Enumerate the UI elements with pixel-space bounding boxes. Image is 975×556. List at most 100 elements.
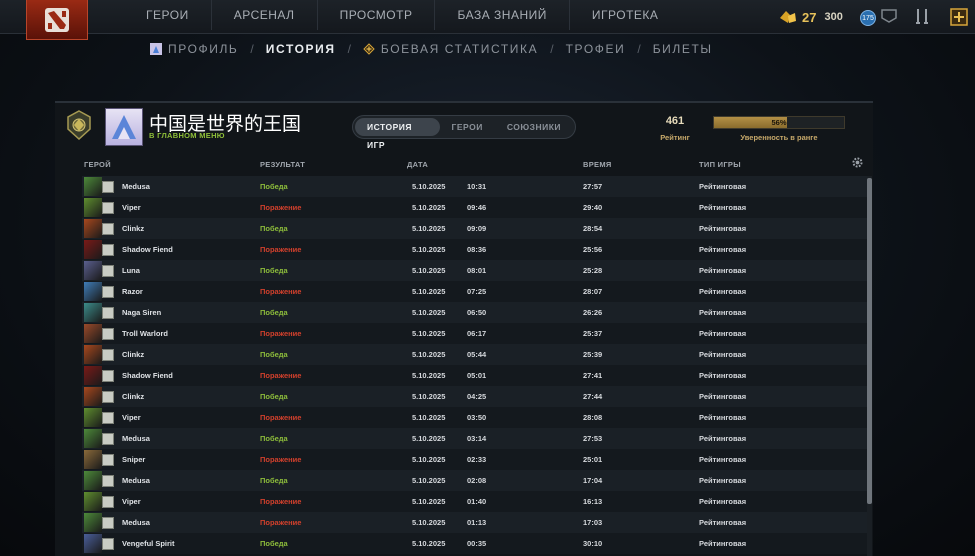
table-row[interactable]: Clinkz Победа 5.10.2025 04:25 27:44 Рейтингов… bbox=[82, 386, 867, 407]
game-mode: Рейтинговая bbox=[699, 392, 747, 401]
nav-watch[interactable]: ПРОСМОТР bbox=[318, 0, 436, 30]
table-row[interactable]: Viper Поражение 5.10.2025 01:40 16:13 Рейтинг… bbox=[82, 491, 867, 512]
hero-portrait bbox=[84, 345, 102, 364]
currency-display[interactable]: 27 300 bbox=[778, 6, 843, 28]
hero-name: Medusa bbox=[122, 434, 150, 443]
match-date: 5.10.2025 bbox=[412, 329, 446, 338]
match-date: 5.10.2025 bbox=[412, 413, 446, 422]
match-duration: 25:01 bbox=[583, 455, 603, 464]
match-time: 07:25 bbox=[467, 287, 487, 296]
nav-learn[interactable]: БАЗА ЗНАНИЙ bbox=[435, 0, 570, 30]
subnav-trophies-label: ТРОФЕИ bbox=[565, 42, 626, 56]
match-duration: 16:13 bbox=[583, 497, 603, 506]
header-result[interactable]: РЕЗУЛЬТАТ bbox=[260, 160, 305, 169]
match-date: 5.10.2025 bbox=[412, 182, 446, 191]
hero-role-icon bbox=[102, 412, 114, 424]
match-time: 04:25 bbox=[467, 392, 487, 401]
table-row[interactable]: Naga Siren Победа 5.10.2025 06:50 26:26 Рейти… bbox=[82, 302, 867, 323]
table-row[interactable]: Vengeful Spirit Победа 5.10.2025 00:35 30:10… bbox=[82, 533, 867, 554]
table-row[interactable]: Troll Warlord Поражение 5.10.2025 06:17 25:3… bbox=[82, 323, 867, 344]
table-row[interactable]: Medusa Победа 5.10.2025 02:08 17:04 Рейтингов… bbox=[82, 470, 867, 491]
gear-icon[interactable] bbox=[851, 156, 864, 169]
match-date: 5.10.2025 bbox=[412, 308, 446, 317]
hero-role-icon bbox=[102, 349, 114, 361]
header-duration[interactable]: ВРЕМЯ bbox=[583, 160, 612, 169]
subnav-profile-label: ПРОФИЛЬ bbox=[168, 42, 239, 56]
table-row[interactable]: Luna Победа 5.10.2025 08:01 25:28 Рейтинговая bbox=[82, 260, 867, 281]
match-result: Поражение bbox=[260, 287, 302, 296]
avatar-image-icon bbox=[112, 115, 136, 139]
hero-name: Luna bbox=[122, 266, 140, 275]
match-duration: 29:40 bbox=[583, 203, 603, 212]
match-result: Поражение bbox=[260, 371, 302, 380]
hero-name: Clinkz bbox=[122, 392, 145, 401]
game-mode: Рейтинговая bbox=[699, 308, 747, 317]
dota-plus-icon[interactable] bbox=[948, 6, 970, 28]
rating-value: 461 bbox=[665, 115, 685, 127]
game-mode: Рейтинговая bbox=[699, 266, 747, 275]
table-row[interactable]: Medusa Победа 5.10.2025 10:31 27:57 Рейтингов… bbox=[82, 176, 867, 197]
subnav-profile[interactable]: ПРОФИЛЬ bbox=[150, 42, 238, 56]
nav-heroes[interactable]: ГЕРОИ bbox=[124, 0, 212, 30]
hero-role-icon bbox=[102, 244, 114, 256]
player-avatar[interactable] bbox=[105, 108, 143, 146]
hero-name: Viper bbox=[122, 413, 141, 422]
tab-match-history[interactable]: ИСТОРИЯ ИГР bbox=[355, 118, 440, 150]
subnav-tickets[interactable]: БИЛЕТЫ bbox=[653, 42, 713, 56]
nav-arcade[interactable]: ИГРОТЕКА bbox=[570, 0, 681, 30]
tab-allies[interactable]: СОЮЗНИКИ bbox=[495, 118, 573, 136]
scrollbar-thumb[interactable] bbox=[867, 178, 872, 504]
match-duration: 27:53 bbox=[583, 434, 603, 443]
header-mode[interactable]: ТИП ИГРЫ bbox=[699, 160, 741, 169]
match-time: 05:44 bbox=[467, 350, 487, 359]
tab-heroes[interactable]: ГЕРОИ bbox=[440, 118, 495, 136]
swords-icon[interactable] bbox=[912, 6, 934, 28]
game-mode: Рейтинговая bbox=[699, 329, 747, 338]
hero-name: Shadow Fiend bbox=[122, 245, 173, 254]
subnav-separator: / bbox=[637, 42, 641, 56]
table-row[interactable]: Viper Поражение 5.10.2025 03:50 28:08 Рейтинг… bbox=[82, 407, 867, 428]
table-row[interactable]: Sniper Поражение 5.10.2025 02:33 25:01 Рейтин… bbox=[82, 449, 867, 470]
nav-arsenal[interactable]: АРСЕНАЛ bbox=[212, 0, 318, 30]
hero-name: Medusa bbox=[122, 182, 150, 191]
table-row[interactable]: Medusa Поражение 5.10.2025 01:13 17:03 Рейтин… bbox=[82, 512, 867, 533]
subnav-separator: / bbox=[550, 42, 554, 56]
player-level-badge[interactable]: 175 bbox=[860, 10, 876, 26]
table-row[interactable]: Clinkz Победа 5.10.2025 09:09 28:54 Рейтингов… bbox=[82, 218, 867, 239]
pennant-icon[interactable] bbox=[878, 6, 900, 28]
table-row[interactable]: Razor Поражение 5.10.2025 07:25 28:07 Рейтинг… bbox=[82, 281, 867, 302]
hero-portrait bbox=[84, 324, 102, 343]
top-navigation-bar: ГЕРОИ АРСЕНАЛ ПРОСМОТР БАЗА ЗНАНИЙ ИГРОТ… bbox=[0, 0, 975, 40]
table-row[interactable]: Shadow Fiend Поражение 5.10.2025 05:01 27:41… bbox=[82, 365, 867, 386]
match-duration: 27:44 bbox=[583, 392, 603, 401]
table-row[interactable]: Clinkz Победа 5.10.2025 05:44 25:39 Рейтингов… bbox=[82, 344, 867, 365]
hero-name: Medusa bbox=[122, 518, 150, 527]
scrollbar[interactable] bbox=[867, 176, 872, 556]
subnav-stats[interactable]: БОЕВАЯ СТАТИСТИКА bbox=[363, 42, 538, 56]
match-duration: 17:04 bbox=[583, 476, 603, 485]
subnav-trophies[interactable]: ТРОФЕИ bbox=[566, 42, 626, 56]
subnav-stats-label: БОЕВАЯ СТАТИСТИКА bbox=[380, 42, 539, 56]
hero-portrait bbox=[84, 387, 102, 406]
match-duration: 28:54 bbox=[583, 224, 603, 233]
game-mode: Рейтинговая bbox=[699, 518, 747, 527]
match-result: Победа bbox=[260, 539, 288, 548]
rank-confidence-bar: 56% bbox=[713, 116, 845, 129]
main-nav: ГЕРОИ АРСЕНАЛ ПРОСМОТР БАЗА ЗНАНИЙ ИГРОТ… bbox=[124, 0, 680, 30]
hero-name: Clinkz bbox=[122, 350, 145, 359]
table-row[interactable]: Viper Поражение 5.10.2025 09:46 29:40 Рейтинг… bbox=[82, 197, 867, 218]
dota-logo-button[interactable] bbox=[26, 0, 88, 40]
table-row[interactable]: Medusa Победа 5.10.2025 03:14 27:53 Рейтингов… bbox=[82, 428, 867, 449]
game-mode: Рейтинговая bbox=[699, 455, 747, 464]
subnav-history[interactable]: ИСТОРИЯ bbox=[266, 42, 336, 56]
match-date: 5.10.2025 bbox=[412, 434, 446, 443]
match-duration: 28:07 bbox=[583, 287, 603, 296]
match-time: 01:13 bbox=[467, 518, 487, 527]
header-date[interactable]: ДАТА bbox=[407, 160, 428, 169]
match-duration: 26:26 bbox=[583, 308, 603, 317]
match-result: Поражение bbox=[260, 497, 302, 506]
match-time: 09:09 bbox=[467, 224, 487, 233]
header-hero[interactable]: ГЕРОЙ bbox=[84, 160, 111, 169]
table-row[interactable]: Shadow Fiend Поражение 5.10.2025 08:36 25:56… bbox=[82, 239, 867, 260]
hero-role-icon bbox=[102, 475, 114, 487]
